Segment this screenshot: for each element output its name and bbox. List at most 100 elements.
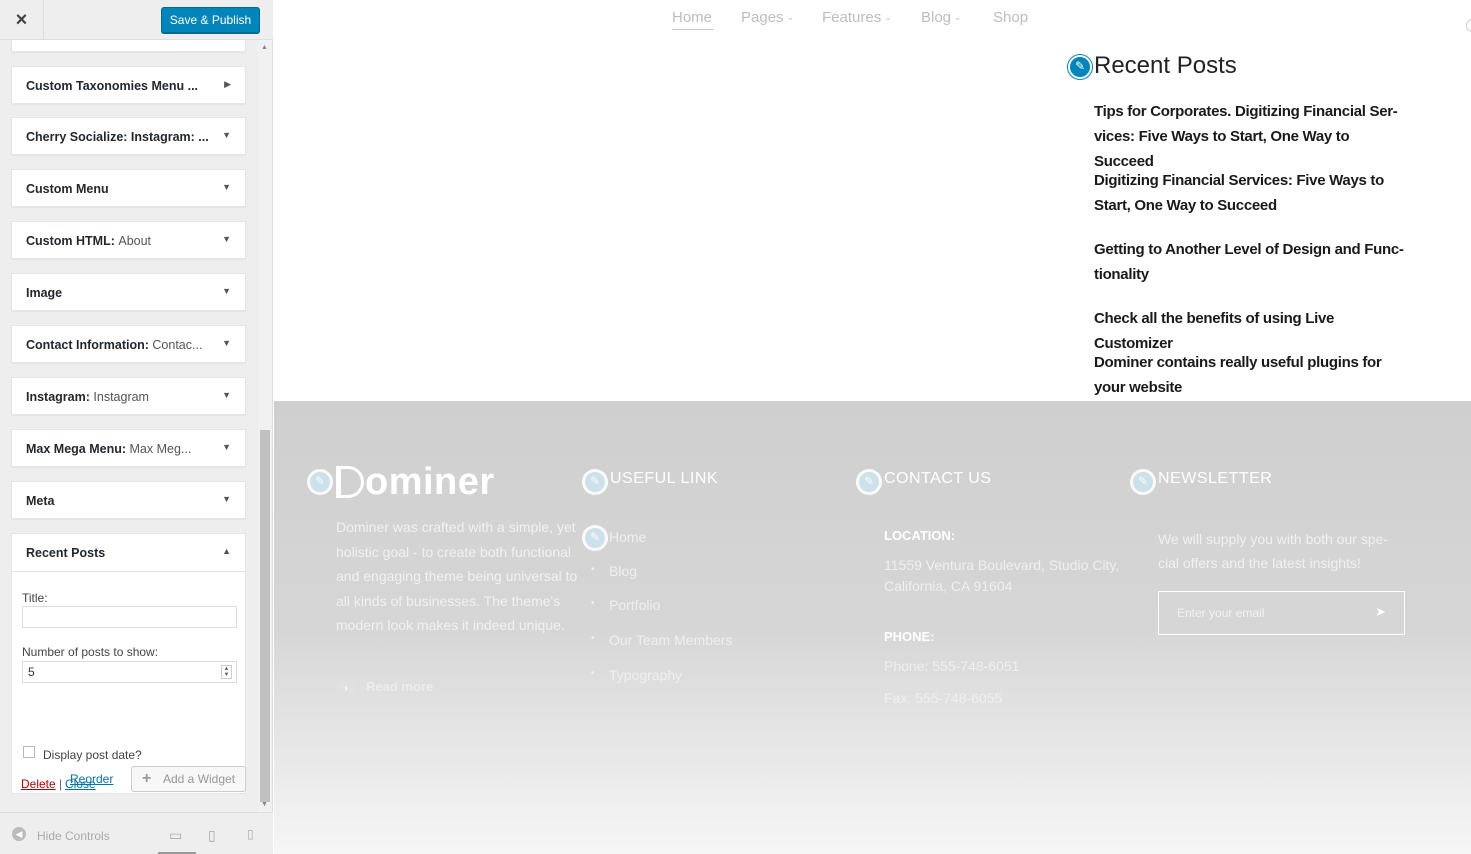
chevron-down-icon[interactable]: ▼ <box>222 286 231 296</box>
nav-item-shop[interactable]: Shop <box>993 9 1028 26</box>
chevron-down-icon: ⌄ <box>786 12 795 22</box>
nav-item-home[interactable]: Home <box>672 9 712 26</box>
post-link[interactable]: Digitizing Financial Services: Five Ways… <box>1094 168 1406 218</box>
post-link[interactable]: Check all the benefits of using Live Cus… <box>1094 306 1406 356</box>
chevron-down-icon: ⌄ <box>954 12 962 22</box>
chevron-down-icon[interactable]: ▼ <box>222 442 231 452</box>
recent-posts-widget-header[interactable]: Recent Posts ▲ <box>12 534 245 572</box>
scrollbar-thumb[interactable] <box>260 430 270 802</box>
nav-item-blog[interactable]: Blog ⌄ <box>921 9 962 26</box>
chevron-down-icon[interactable]: ▼ <box>222 234 231 244</box>
customizer-header: × Save & Publish <box>0 0 273 40</box>
widgets-panel: Custom Taxonomies Menu ... ▶ Cherry Soci… <box>0 40 258 812</box>
post-link[interactable]: Dominer contains really useful plugins f… <box>1094 350 1406 400</box>
fax-number: Fax: 555-748-6055 <box>884 690 1003 706</box>
display-post-date-checkbox[interactable] <box>23 746 35 758</box>
mobile-icon[interactable]: ▯ <box>247 827 254 841</box>
footer-link-typography[interactable]: Typography <box>591 667 682 683</box>
widget-custom-menu[interactable]: Custom Menu ▼ <box>11 169 246 207</box>
search-icon[interactable] <box>1466 19 1471 32</box>
post-link[interactable]: Tips for Corporates. Digitizing Financia… <box>1094 99 1406 174</box>
widget-custom-html[interactable]: Custom HTML: About ▼ <box>11 221 246 259</box>
edit-shortcut-icon[interactable]: ✎ <box>583 526 607 550</box>
widget-title: Recent Posts <box>26 546 106 560</box>
display-post-date-label: Display post date? <box>43 748 142 762</box>
edit-shortcut-icon[interactable]: ✎ <box>857 470 881 494</box>
widget-title: Contact Information: Contac... <box>26 338 203 352</box>
widget-title: Custom HTML: About <box>26 234 152 248</box>
linkedin-icon[interactable]: in <box>402 749 411 763</box>
footer-link-team[interactable]: Our Team Members <box>591 632 733 648</box>
location-label: LOCATION: <box>884 528 956 543</box>
number-of-posts-stepper[interactable]: 5 ▲ ▼ <box>22 661 237 683</box>
scroll-up-icon[interactable]: ▲ <box>261 44 268 51</box>
email-placeholder: Enter your email <box>1177 606 1265 620</box>
delete-link[interactable]: Delete <box>21 777 56 791</box>
close-icon[interactable]: × <box>0 0 44 40</box>
widget-cherry-socialize[interactable]: Cherry Socialize: Instagram: ... ▼ <box>11 117 246 155</box>
nav-item-pages[interactable]: Pages ⌄ <box>741 9 794 26</box>
footer-link-blog[interactable]: Blog <box>591 563 637 579</box>
plus-icon: + <box>142 770 152 787</box>
edit-shortcut-icon[interactable]: ✎ <box>1068 55 1092 79</box>
customizer-footer: ◀ Hide Controls ▭ ▯ ▯ <box>0 812 273 854</box>
chevron-down-icon: ⌄ <box>884 12 892 22</box>
email-field[interactable]: Enter your email ➤ <box>1158 591 1405 635</box>
edit-shortcut-icon[interactable]: ✎ <box>1131 470 1155 494</box>
footer-link-home[interactable]: Home <box>591 529 647 545</box>
post-link[interactable]: Getting to Another Level of Design and F… <box>1094 237 1406 287</box>
contact-us-heading: CONTACT US <box>884 470 992 487</box>
footer-link-portfolio[interactable]: Portfolio <box>591 597 660 613</box>
tablet-icon[interactable]: ▯ <box>208 827 216 844</box>
expand-arrow-icon[interactable]: ▶ <box>224 79 231 90</box>
sidebar-scrollbar[interactable]: ▲ ▼ <box>258 40 272 812</box>
facebook-icon[interactable]: f <box>342 749 345 763</box>
hide-controls-button[interactable]: Hide Controls <box>37 829 110 843</box>
edit-shortcut-icon[interactable]: ✎ <box>583 470 607 494</box>
desktop-icon[interactable]: ▭ <box>169 827 182 844</box>
useful-link-heading: USEFUL LINK <box>610 470 719 487</box>
spinner-arrows-icon[interactable]: ▲ ▼ <box>221 665 232 679</box>
edit-shortcut-icon[interactable]: ✎ <box>308 470 332 494</box>
chevron-up-icon[interactable]: ▲ <box>222 546 231 556</box>
add-widget-label: Add a Widget <box>163 772 236 786</box>
widget-partial[interactable] <box>11 40 246 52</box>
chevron-down-icon[interactable]: ▼ <box>222 390 231 400</box>
active-nav-underline <box>672 29 714 30</box>
chevron-down-icon[interactable]: ▼ <box>222 494 231 504</box>
site-footer: ✎ ominer Dominer was crafted with a simp… <box>274 401 1471 854</box>
scroll-down-icon[interactable]: ▼ <box>261 801 268 808</box>
newsletter-heading: NEWSLETTER <box>1158 470 1273 487</box>
widget-title: Instagram: Instagram <box>26 390 149 404</box>
send-icon[interactable]: ➤ <box>1375 604 1386 620</box>
phone-label: PHONE: <box>884 629 935 644</box>
site-preview: Home Pages ⌄ Features ⌄ Blog ⌄ Shop ✎ Recen… <box>274 0 1471 854</box>
newsletter-text: We will supply you with both our spe-cia… <box>1158 531 1389 571</box>
chevron-down-icon[interactable]: ▼ <box>222 182 231 192</box>
widget-contact-information[interactable]: Contact Information: Contac... ▼ <box>11 325 246 363</box>
widget-title: Custom Menu <box>26 182 109 196</box>
divider <box>336 726 584 727</box>
read-more-link[interactable]: › Read more <box>336 679 433 699</box>
reorder-link[interactable]: Reorder <box>70 772 113 786</box>
logo-d-mark <box>336 466 364 498</box>
title-input[interactable] <box>22 606 237 628</box>
widget-title: Meta <box>26 494 55 508</box>
chevron-down-icon[interactable]: ▼ <box>222 130 231 140</box>
widget-max-mega-menu[interactable]: Max Mega Menu: Max Meg... ▼ <box>11 429 246 467</box>
customizer-sidebar: × Save & Publish Custom Taxonomies Menu … <box>0 0 273 854</box>
widget-image[interactable]: Image ▼ <box>11 273 246 311</box>
chevron-down-icon[interactable]: ▼ <box>222 338 231 348</box>
widget-instagram[interactable]: Instagram: Instagram ▼ <box>11 377 246 415</box>
link-separator: | <box>59 777 63 791</box>
twitter-icon[interactable]: t <box>370 749 373 763</box>
site-logo[interactable]: ominer <box>336 461 495 504</box>
widget-meta[interactable]: Meta ▼ <box>11 481 246 519</box>
nav-item-features[interactable]: Features ⌄ <box>822 9 892 26</box>
collapse-arrow-icon[interactable]: ◀ <box>12 827 26 841</box>
number-of-posts-label: Number of posts to show: <box>22 645 159 659</box>
save-publish-button[interactable]: Save & Publish <box>161 7 260 33</box>
widget-custom-taxonomies[interactable]: Custom Taxonomies Menu ... ▶ <box>11 66 246 104</box>
add-widget-button[interactable]: + Add a Widget <box>131 766 246 792</box>
widget-title: Image <box>26 286 63 300</box>
